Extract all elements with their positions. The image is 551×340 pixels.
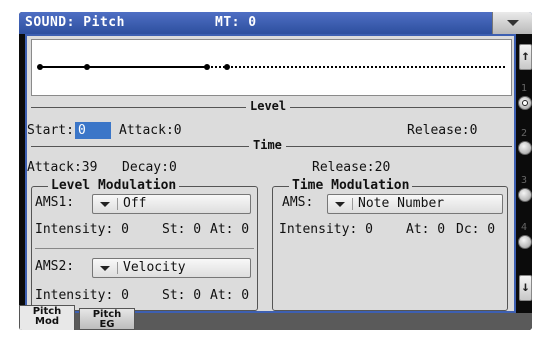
envelope-curve	[37, 64, 506, 70]
chevron-down-icon	[98, 259, 114, 277]
page-2-button[interactable]	[518, 141, 532, 155]
scroll-down-button[interactable]: ↓	[519, 275, 532, 301]
time-attack[interactable]: Attack:39	[27, 160, 97, 175]
group-divider	[35, 248, 254, 249]
page-menu-button[interactable]	[492, 12, 532, 34]
tab-label: EG	[99, 319, 115, 330]
ams1-label: AMS1:	[35, 195, 75, 210]
envelope-point	[204, 64, 210, 70]
page-title: SOUND: Pitch	[25, 15, 125, 30]
page-1-button[interactable]	[518, 96, 532, 110]
envelope-point	[37, 64, 43, 70]
time-ams-label: AMS:	[282, 195, 314, 210]
time-section-title: Time	[249, 138, 286, 152]
page-number: 2	[521, 128, 528, 139]
chevron-down-icon	[333, 195, 349, 213]
pitch-envelope-graph	[31, 39, 512, 96]
ams2-label: AMS2:	[35, 259, 75, 274]
start-level-field[interactable]: 0	[75, 122, 111, 139]
time-modulation-title: Time Modulation	[289, 178, 413, 193]
pitch-edit-screen: SOUND: Pitch MT: 0 Level Start: 0 Attack…	[19, 12, 532, 330]
ams1-start[interactable]: St: 0	[162, 222, 201, 237]
page-number: 3	[521, 175, 528, 186]
envelope-point	[224, 64, 230, 70]
tab-pitch-mod[interactable]: Pitch Mod	[19, 305, 75, 330]
time-modulation-group: Time Modulation AMS: Note Number Intensi…	[272, 178, 508, 311]
level-modulation-group: Level Modulation AMS1: Off Intensity: 0 …	[31, 178, 258, 311]
page-number: 4	[521, 222, 528, 233]
time-mod-attack[interactable]: At: 0	[406, 222, 445, 237]
mt-indicator: MT: 0	[215, 15, 257, 30]
time-ams-value: Note Number	[358, 196, 445, 211]
level-release[interactable]: Release:0	[407, 123, 477, 138]
tab-label: Mod	[35, 316, 59, 327]
level-modulation-title: Level Modulation	[48, 178, 180, 193]
start-label: Start:	[27, 123, 74, 138]
level-attack[interactable]: Attack:0	[119, 123, 182, 138]
ams1-intensity[interactable]: Intensity: 0	[35, 222, 129, 237]
time-intensity[interactable]: Intensity: 0	[279, 222, 373, 237]
time-ams-dropdown[interactable]: Note Number	[327, 194, 503, 214]
page-number: 1	[521, 83, 528, 94]
level-section-title: Level	[246, 99, 291, 113]
scroll-up-button[interactable]: ↑	[519, 44, 532, 70]
ams1-attack[interactable]: At: 0	[210, 222, 249, 237]
envelope-point	[84, 64, 90, 70]
ams2-value: Velocity	[123, 260, 186, 275]
ams1-value: Off	[123, 196, 147, 211]
page-sidebar	[516, 34, 532, 313]
page-4-button[interactable]	[518, 235, 532, 249]
ams2-attack[interactable]: At: 0	[210, 288, 249, 303]
tab-pitch-eg[interactable]: Pitch EG	[79, 308, 135, 330]
title-bar: SOUND: Pitch MT: 0	[19, 12, 532, 34]
main-panel: Level Start: 0 Attack:0 Release:0 Time A…	[25, 34, 516, 313]
time-decay[interactable]: Decay:0	[122, 160, 177, 175]
time-mod-decay[interactable]: Dc: 0	[456, 222, 495, 237]
chevron-down-icon	[98, 195, 114, 213]
ams1-dropdown[interactable]: Off	[92, 194, 251, 214]
ams2-intensity[interactable]: Intensity: 0	[35, 288, 129, 303]
ams2-start[interactable]: St: 0	[162, 288, 201, 303]
arrow-up-icon: ↑	[521, 48, 530, 64]
arrow-down-icon: ↓	[521, 279, 530, 295]
time-release[interactable]: Release:20	[312, 160, 390, 175]
page-3-button[interactable]	[518, 188, 532, 202]
ams2-dropdown[interactable]: Velocity	[92, 258, 251, 278]
